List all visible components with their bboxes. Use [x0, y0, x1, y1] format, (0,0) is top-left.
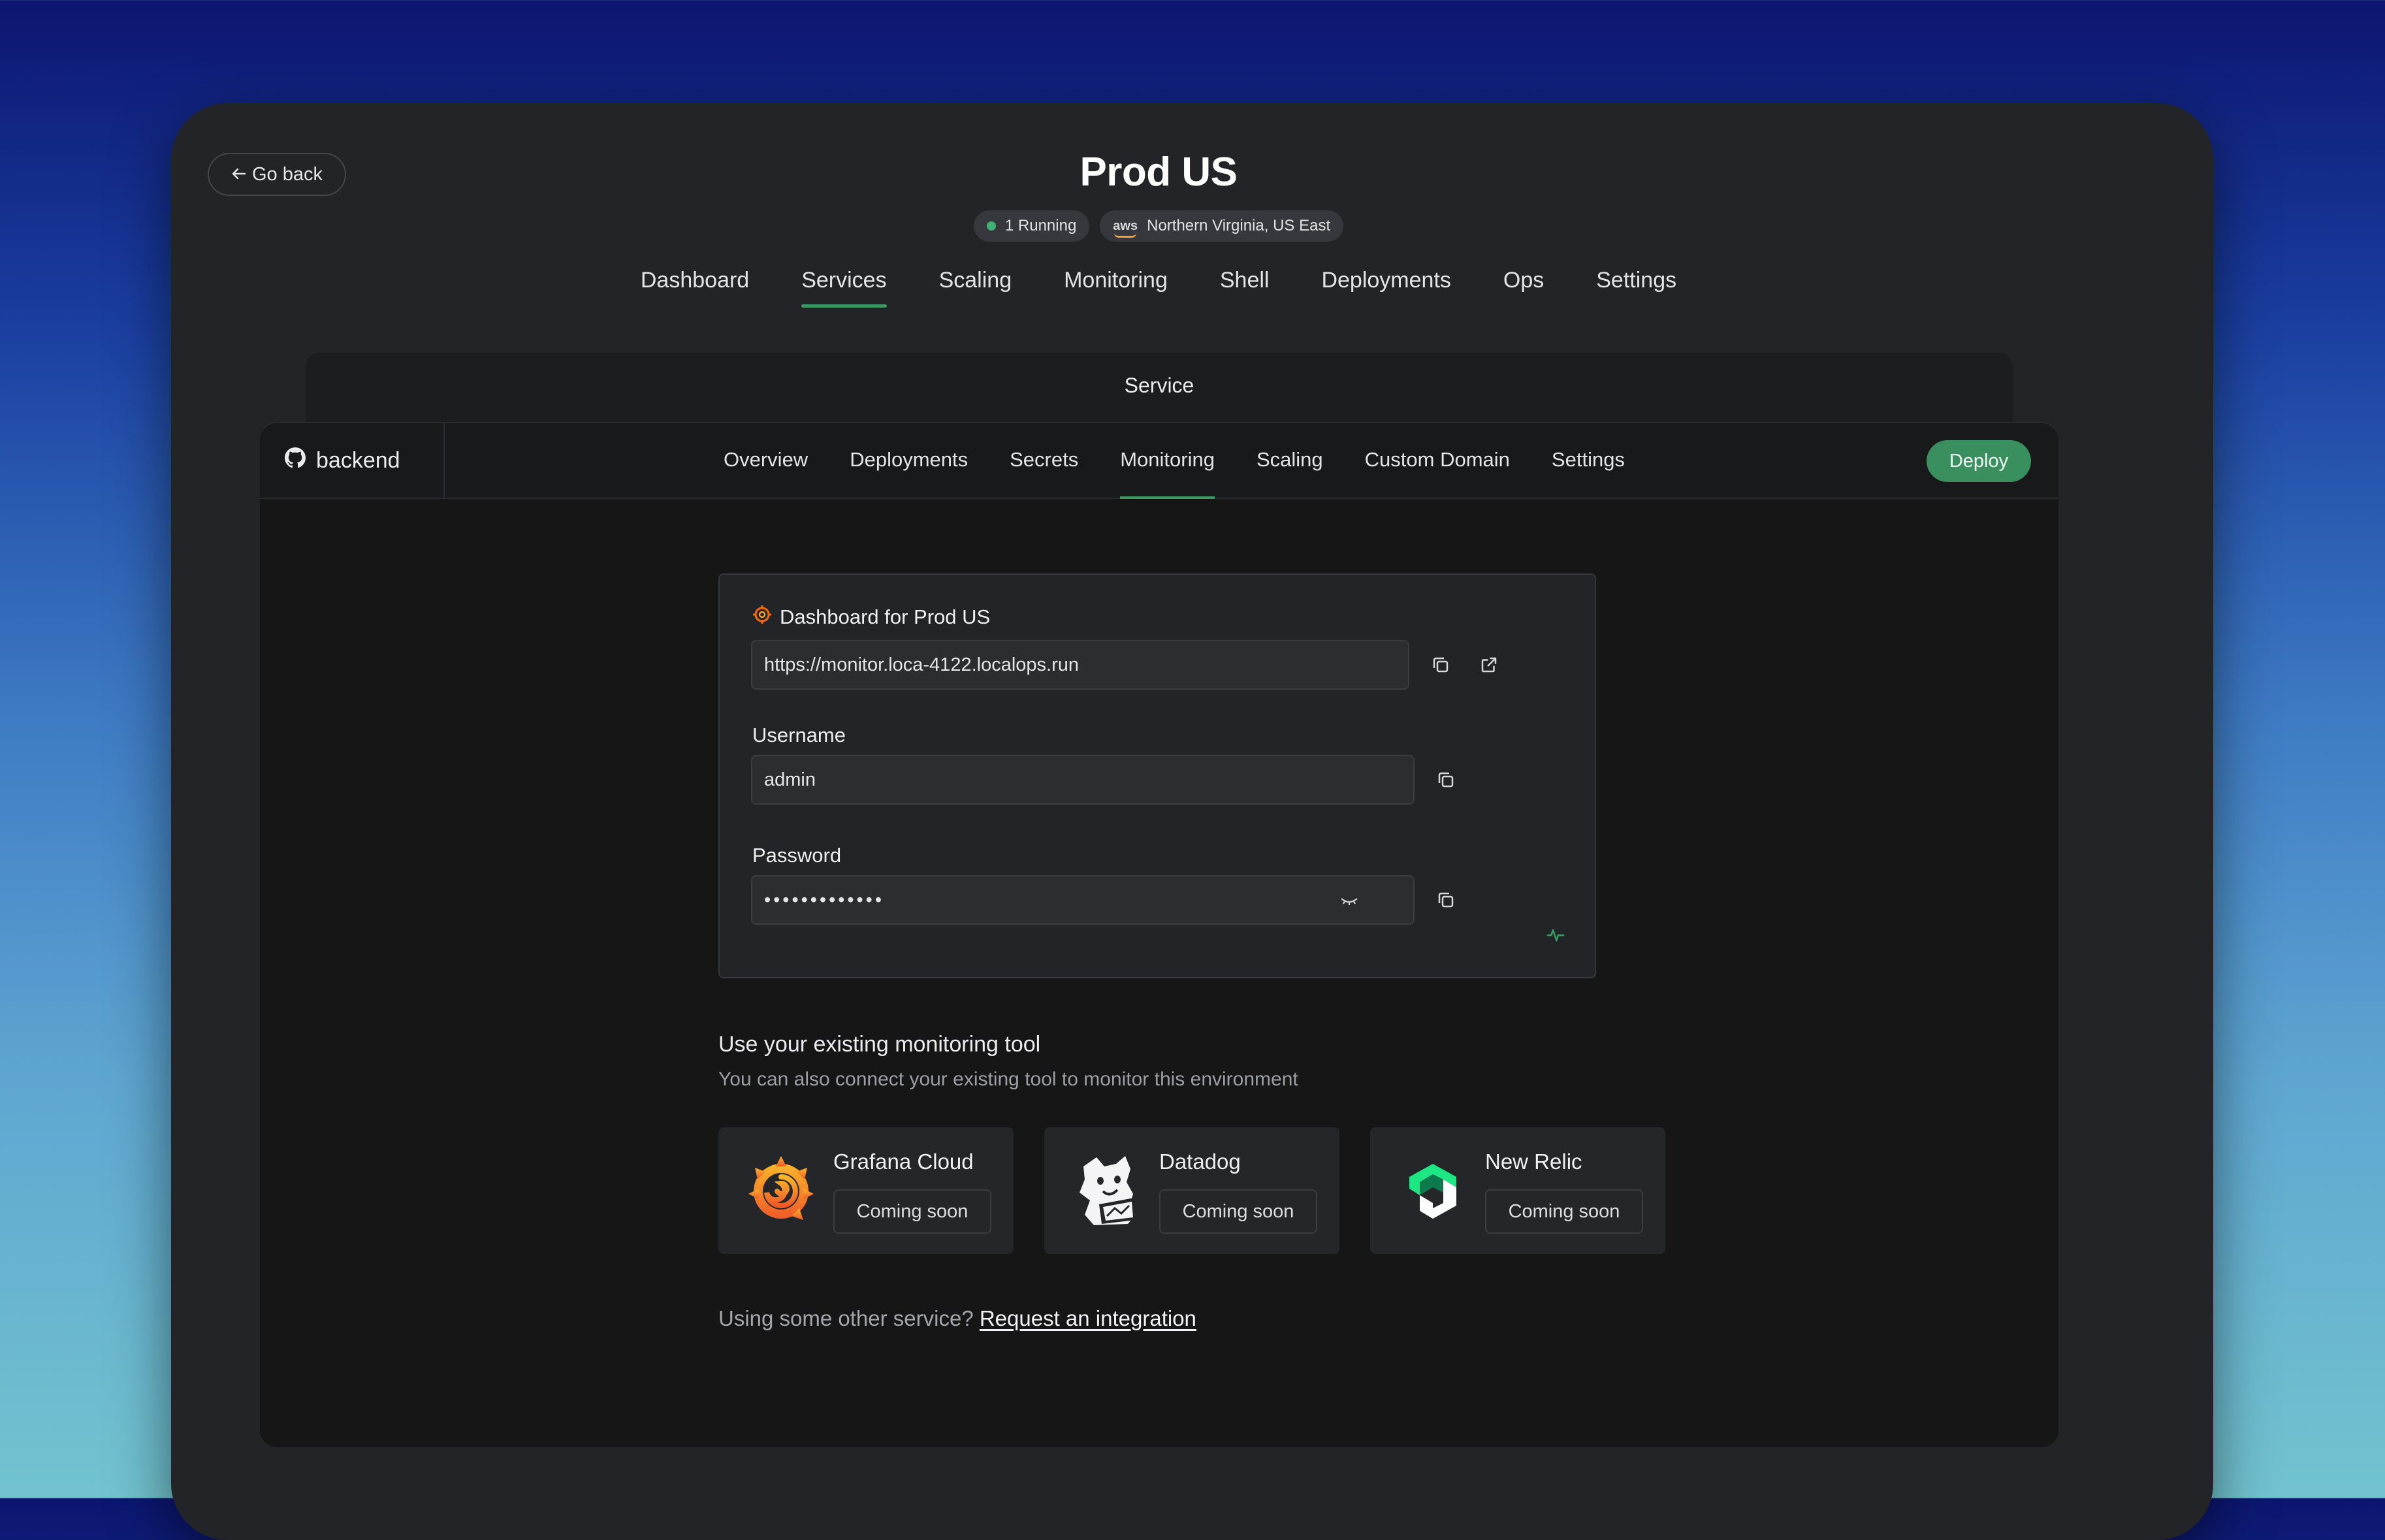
- tool-name-grafana: Grafana Cloud: [833, 1149, 974, 1174]
- username-label: Username: [752, 724, 846, 746]
- status-badge-label: 1 Running: [1004, 217, 1077, 234]
- service-tabs: Overview Deployments Secrets Monitoring …: [724, 423, 1625, 499]
- service-tab-deployments[interactable]: Deployments: [850, 423, 968, 498]
- status-badge: 1 Running: [973, 210, 1090, 242]
- tab-services[interactable]: Services: [801, 268, 887, 308]
- monitoring-subheading: You can also connect your existing tool …: [718, 1068, 1298, 1090]
- service-toolbar: backend Overview Deployments Secrets Mon…: [260, 423, 2058, 499]
- password-field[interactable]: •••••••••••••: [751, 875, 1415, 925]
- service-panel: backend Overview Deployments Secrets Mon…: [260, 423, 2058, 1447]
- dashboard-title-label: Dashboard for Prod US: [780, 605, 991, 628]
- deploy-button[interactable]: Deploy: [1927, 440, 2031, 482]
- eye-closed-icon[interactable]: [1337, 888, 1361, 912]
- copy-url-icon[interactable]: [1429, 653, 1452, 677]
- newrelic-logo-icon: [1396, 1152, 1469, 1229]
- password-mask: •••••••••••••: [764, 889, 884, 910]
- dashboard-credentials-card: Dashboard for Prod US https://monitor.lo…: [718, 573, 1596, 978]
- repo-selector[interactable]: backend: [260, 423, 445, 498]
- activity-pulse-icon: [1544, 923, 1567, 947]
- service-tab-secrets[interactable]: Secrets: [1010, 423, 1078, 498]
- integration-footer: Using some other service? Request an int…: [718, 1306, 1196, 1331]
- tab-settings[interactable]: Settings: [1596, 268, 1676, 308]
- tab-monitoring[interactable]: Monitoring: [1064, 268, 1168, 308]
- dashboard-url-field[interactable]: https://monitor.loca-4122.localops.run: [751, 640, 1409, 690]
- tab-ops[interactable]: Ops: [1503, 268, 1544, 308]
- grafana-logo-icon: [744, 1152, 818, 1229]
- tool-card-newrelic[interactable]: New Relic Coming soon: [1370, 1127, 1665, 1254]
- service-tab-settings[interactable]: Settings: [1552, 423, 1625, 498]
- coming-soon-button-datadog[interactable]: Coming soon: [1159, 1189, 1317, 1234]
- repo-name: backend: [316, 447, 400, 473]
- open-external-icon[interactable]: [1477, 653, 1501, 677]
- datadog-logo-icon: [1070, 1152, 1144, 1229]
- dashboard-title: Dashboard for Prod US: [752, 605, 990, 630]
- coming-soon-button-newrelic[interactable]: Coming soon: [1485, 1189, 1643, 1234]
- tab-deployments[interactable]: Deployments: [1321, 268, 1450, 308]
- copy-password-icon[interactable]: [1434, 888, 1458, 912]
- coming-soon-button-grafana[interactable]: Coming soon: [833, 1189, 991, 1234]
- tool-name-newrelic: New Relic: [1485, 1149, 1582, 1174]
- tool-card-datadog[interactable]: Datadog Coming soon: [1044, 1127, 1339, 1254]
- header-badges: 1 Running aws Northern Virginia, US East: [0, 210, 2317, 242]
- request-integration-link[interactable]: Request an integration: [980, 1306, 1196, 1330]
- tab-shell[interactable]: Shell: [1220, 268, 1270, 308]
- github-icon: [285, 447, 306, 474]
- status-dot-icon: [986, 221, 996, 231]
- tool-card-grafana[interactable]: Grafana Cloud Coming soon: [718, 1127, 1014, 1254]
- footer-question: Using some other service?: [718, 1306, 974, 1330]
- region-badge-label: Northern Virginia, US East: [1147, 217, 1331, 234]
- service-tab-overview[interactable]: Overview: [724, 423, 808, 498]
- service-tab-custom-domain[interactable]: Custom Domain: [1365, 423, 1510, 498]
- page-title: Prod US: [1080, 150, 1238, 195]
- copy-username-icon[interactable]: [1434, 768, 1458, 792]
- password-label: Password: [752, 844, 842, 867]
- username-field[interactable]: admin: [751, 755, 1415, 805]
- aws-logo-icon: aws: [1113, 218, 1138, 238]
- monitoring-heading: Use your existing monitoring tool: [718, 1032, 1041, 1057]
- service-tab-monitoring[interactable]: Monitoring: [1120, 423, 1215, 499]
- service-tab-scaling[interactable]: Scaling: [1257, 423, 1323, 498]
- region-badge: aws Northern Virginia, US East: [1100, 210, 1344, 242]
- tab-scaling[interactable]: Scaling: [939, 268, 1012, 308]
- tool-name-datadog: Datadog: [1159, 1149, 1241, 1174]
- grafana-small-icon: [752, 605, 772, 630]
- tab-dashboard[interactable]: Dashboard: [641, 268, 749, 308]
- environment-tabs: Dashboard Services Scaling Monitoring Sh…: [0, 268, 2317, 308]
